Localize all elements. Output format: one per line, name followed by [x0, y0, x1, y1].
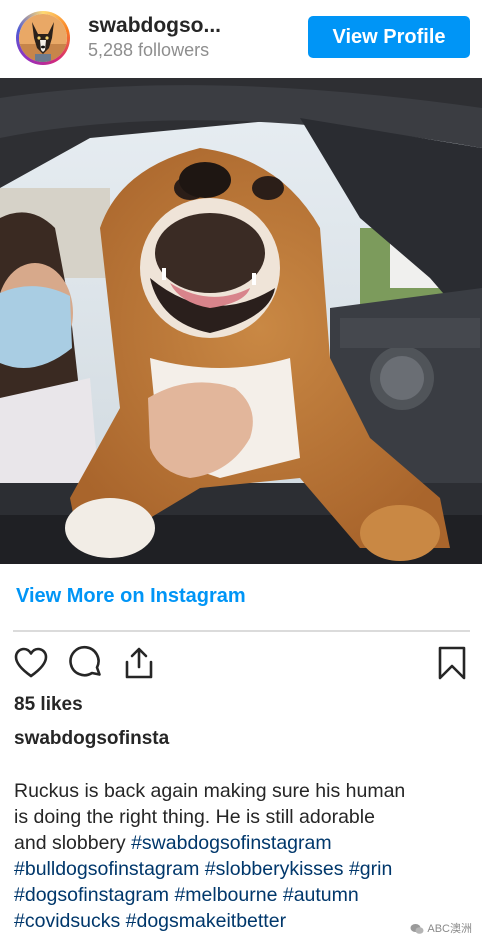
post-caption: Ruckus is back again making sure his hum… — [14, 778, 474, 934]
hashtag-link[interactable]: #dogsmakeitbetter — [126, 910, 286, 932]
bookmark-icon[interactable] — [434, 645, 470, 681]
view-profile-button[interactable]: View Profile — [308, 16, 470, 58]
hashtag-link[interactable]: #autumn — [283, 884, 359, 906]
caption-text: Ruckus is back again making sure his hum… — [14, 780, 406, 802]
profile-avatar[interactable] — [16, 11, 70, 65]
caption-line-1: Ruckus is back again making sure his hum… — [14, 778, 474, 804]
likes-count[interactable]: 85 likes — [14, 694, 83, 716]
caption-line-3: and slobbery #swabdogsofinstagram — [14, 830, 474, 856]
hashtag-link[interactable]: #swabdogsofinstagram — [131, 832, 332, 854]
hashtag-link[interactable]: #bulldogsofinstagram — [14, 858, 199, 880]
share-icon[interactable] — [121, 645, 157, 681]
post-image[interactable] — [0, 78, 482, 564]
wechat-icon — [410, 924, 424, 934]
hashtag-link[interactable]: #covidsucks — [14, 910, 120, 932]
view-more-link[interactable]: View More on Instagram — [16, 585, 246, 608]
hashtag-link[interactable]: #grin — [349, 858, 392, 880]
heart-icon[interactable] — [13, 645, 49, 681]
caption-text: is doing the right thing. He is still ad… — [14, 806, 375, 828]
caption-line-2: is doing the right thing. He is still ad… — [14, 804, 474, 830]
divider — [13, 630, 470, 632]
embed-header: swabdogso... 5,288 followers View Profil… — [0, 0, 482, 78]
hashtag-link[interactable]: #dogsofinstagram — [14, 884, 169, 906]
hashtag-link[interactable]: #melbourne — [174, 884, 277, 906]
caption-line-4: #bulldogsofinstagram #slobberykisses #gr… — [14, 856, 474, 882]
watermark: ABC澳洲 — [410, 920, 472, 936]
profile-username[interactable]: swabdogso... — [88, 14, 221, 38]
caption-line-6: #covidsucks #dogsmakeitbetter — [14, 908, 474, 934]
followers-count: 5,288 followers — [88, 40, 210, 60]
avatar-image — [19, 14, 67, 62]
hashtag-link[interactable]: #slobberykisses — [205, 858, 344, 880]
comment-icon[interactable] — [68, 645, 104, 681]
watermark-text: ABC澳洲 — [427, 923, 472, 935]
caption-line-5: #dogsofinstagram #melbourne #autumn — [14, 882, 474, 908]
caption-username[interactable]: swabdogsofinsta — [14, 728, 169, 750]
caption-text: and slobbery — [14, 832, 132, 854]
